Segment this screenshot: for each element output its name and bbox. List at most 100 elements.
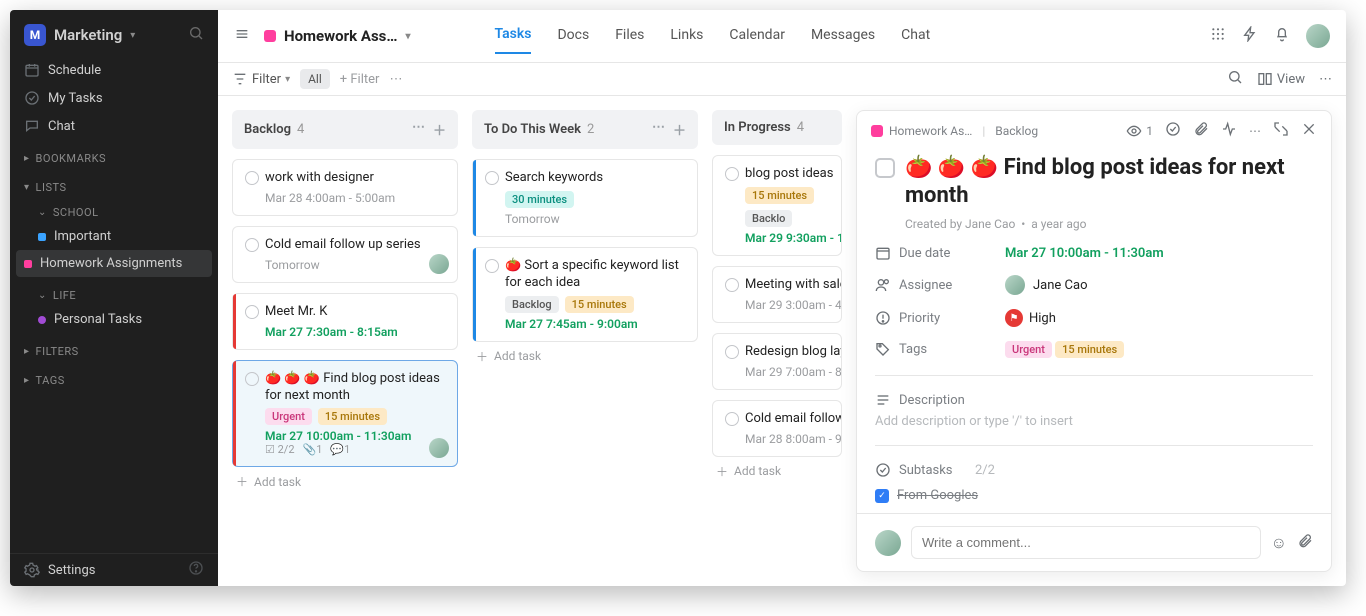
- task-card[interactable]: Meeting with sales Mar 29 3:00am - 4:00: [712, 266, 842, 323]
- section-filters[interactable]: ▸Filters: [10, 333, 218, 362]
- avatar[interactable]: [1306, 24, 1330, 48]
- activity-icon[interactable]: [1221, 121, 1237, 140]
- subtask-item[interactable]: ✓From Googles: [857, 484, 1331, 507]
- view-button[interactable]: View: [1257, 71, 1305, 87]
- breadcrumb[interactable]: Homework Ass… ▾: [264, 27, 411, 45]
- task-card[interactable]: Meet Mr. K Mar 27 7:30am - 8:15am: [232, 293, 458, 350]
- more-icon[interactable]: ⋯: [412, 120, 425, 139]
- task-card[interactable]: Search keywords 30 minutes Tomorrow: [472, 159, 698, 237]
- more-icon[interactable]: ⋯: [1319, 72, 1332, 87]
- comment-input[interactable]: [911, 526, 1261, 559]
- description-placeholder[interactable]: Add description or type '/' to insert: [857, 414, 1331, 439]
- tag-badge[interactable]: 15 minutes: [1055, 341, 1124, 358]
- task-card[interactable]: Cold email follow u Mar 28 8:00am - 9:00: [712, 400, 842, 457]
- checkbox[interactable]: [725, 167, 739, 181]
- chevron-right-icon: ▸: [24, 375, 30, 386]
- views-count[interactable]: 1: [1126, 123, 1153, 139]
- section-tags[interactable]: ▸Tags: [10, 362, 218, 391]
- bolt-icon[interactable]: [1242, 26, 1258, 46]
- emoji-icon: 🍅 🍅 🍅: [265, 371, 320, 386]
- panel-title[interactable]: 🍅 🍅 🍅 Find blog post ideas for next mont…: [905, 154, 1313, 209]
- checkbox[interactable]: [485, 171, 499, 185]
- field-due-value[interactable]: Mar 27 10:00am - 11:30am: [1005, 246, 1313, 261]
- section-life[interactable]: ⌄LIFE: [10, 277, 218, 306]
- search-icon[interactable]: [188, 25, 204, 45]
- field-tags-value[interactable]: Urgent 15 minutes: [1005, 342, 1313, 357]
- list-homework-assignments[interactable]: Homework Assignments: [16, 250, 212, 277]
- emoji-icon[interactable]: ☺: [1271, 533, 1287, 553]
- search-icon[interactable]: [1227, 69, 1243, 89]
- checkbox[interactable]: [485, 259, 499, 273]
- add-task-button[interactable]: ＋Add task: [232, 467, 458, 496]
- list-personal-tasks[interactable]: Personal Tasks: [10, 306, 218, 333]
- tag-badge[interactable]: Urgent: [1005, 341, 1052, 358]
- section-bookmarks[interactable]: ▸Bookmarks: [10, 140, 218, 169]
- task-card[interactable]: work with designer Mar 28 4:00am - 5:00a…: [232, 159, 458, 216]
- filter-chip-all[interactable]: All: [300, 69, 330, 89]
- panel-breadcrumb[interactable]: Homework As… | Backlog: [871, 124, 1038, 138]
- priority-stripe: [473, 248, 476, 341]
- help-icon[interactable]: [188, 560, 204, 580]
- more-icon[interactable]: ⋯: [652, 120, 665, 139]
- more-icon[interactable]: ⋯: [1249, 124, 1261, 138]
- nav-schedule[interactable]: Schedule: [10, 56, 218, 84]
- task-date: Mar 28 8:00am - 9:00: [745, 432, 829, 446]
- add-task-button[interactable]: ＋Add task: [712, 457, 842, 486]
- apps-icon[interactable]: [1210, 26, 1226, 46]
- nav-label: My Tasks: [48, 91, 103, 106]
- column-header[interactable]: In Progress 4: [712, 110, 842, 145]
- plus-icon[interactable]: ＋: [673, 120, 686, 139]
- add-task-button[interactable]: ＋Add task: [472, 342, 698, 371]
- priority-stripe: [233, 294, 236, 349]
- attachment-icon[interactable]: [1297, 533, 1313, 553]
- nav-settings[interactable]: Settings: [10, 554, 218, 586]
- panel-breadcrumb-column: Backlog: [995, 124, 1038, 138]
- field-priority-value[interactable]: ⚑High: [1005, 309, 1313, 327]
- tab-messages[interactable]: Messages: [811, 19, 875, 53]
- close-icon[interactable]: [1301, 121, 1317, 140]
- gear-icon: [24, 562, 40, 578]
- task-card[interactable]: Cold email follow up series Tomorrow: [232, 226, 458, 283]
- field-due-label: Due date: [875, 245, 995, 261]
- column-header[interactable]: To Do This Week 2 ⋯＋: [472, 110, 698, 149]
- add-filter-button[interactable]: + Filter: [340, 72, 380, 87]
- attachment-icon[interactable]: [1193, 121, 1209, 140]
- section-lists[interactable]: ▾Lists: [10, 169, 218, 198]
- list-important[interactable]: Important: [10, 223, 218, 250]
- checkbox[interactable]: [725, 412, 739, 426]
- checkbox[interactable]: [245, 171, 259, 185]
- check-circle-icon[interactable]: [1165, 121, 1181, 140]
- subtask-count-icon: ☑ 2/2: [265, 443, 295, 456]
- column-header[interactable]: Backlog 4 ⋯＋: [232, 110, 458, 149]
- tab-files[interactable]: Files: [615, 19, 644, 53]
- more-icon[interactable]: ⋯: [389, 72, 402, 87]
- section-school[interactable]: ⌄SCHOOL: [10, 198, 218, 223]
- expand-icon[interactable]: [1273, 121, 1289, 140]
- tab-links[interactable]: Links: [670, 19, 703, 53]
- menu-icon[interactable]: [234, 26, 250, 46]
- checkbox[interactable]: [725, 345, 739, 359]
- checkbox[interactable]: [725, 278, 739, 292]
- workspace-switcher[interactable]: M Marketing ▾: [10, 10, 218, 56]
- tab-tasks[interactable]: Tasks: [495, 18, 532, 54]
- checkbox[interactable]: [245, 372, 259, 386]
- plus-icon[interactable]: ＋: [433, 120, 446, 139]
- tab-chat[interactable]: Chat: [901, 19, 930, 53]
- task-card[interactable]: blog post ideas 15 minutesBacklo Mar 29 …: [712, 155, 842, 256]
- tab-calendar[interactable]: Calendar: [729, 19, 785, 53]
- task-card[interactable]: 🍅 🍅 🍅 Find blog post ideas for next mont…: [232, 360, 458, 468]
- filter-button[interactable]: Filter ▾: [232, 71, 290, 87]
- nav-my-tasks[interactable]: My Tasks: [10, 84, 218, 112]
- nav-chat[interactable]: Chat: [10, 112, 218, 140]
- checkbox-checked-icon[interactable]: ✓: [875, 489, 889, 503]
- tab-docs[interactable]: Docs: [557, 19, 589, 53]
- complete-checkbox[interactable]: [875, 158, 895, 178]
- task-card[interactable]: Redesign blog layo Mar 29 7:00am - 8:00: [712, 333, 842, 390]
- bell-icon[interactable]: [1274, 26, 1290, 46]
- task-card[interactable]: 🍅 Sort a specific keyword list for each …: [472, 247, 698, 342]
- checkbox[interactable]: [245, 305, 259, 319]
- checkbox[interactable]: [245, 238, 259, 252]
- task-date: Mar 29 3:00am - 4:00: [745, 298, 829, 312]
- field-assignee-value[interactable]: Jane Cao: [1005, 275, 1313, 295]
- list-label: Personal Tasks: [54, 312, 142, 327]
